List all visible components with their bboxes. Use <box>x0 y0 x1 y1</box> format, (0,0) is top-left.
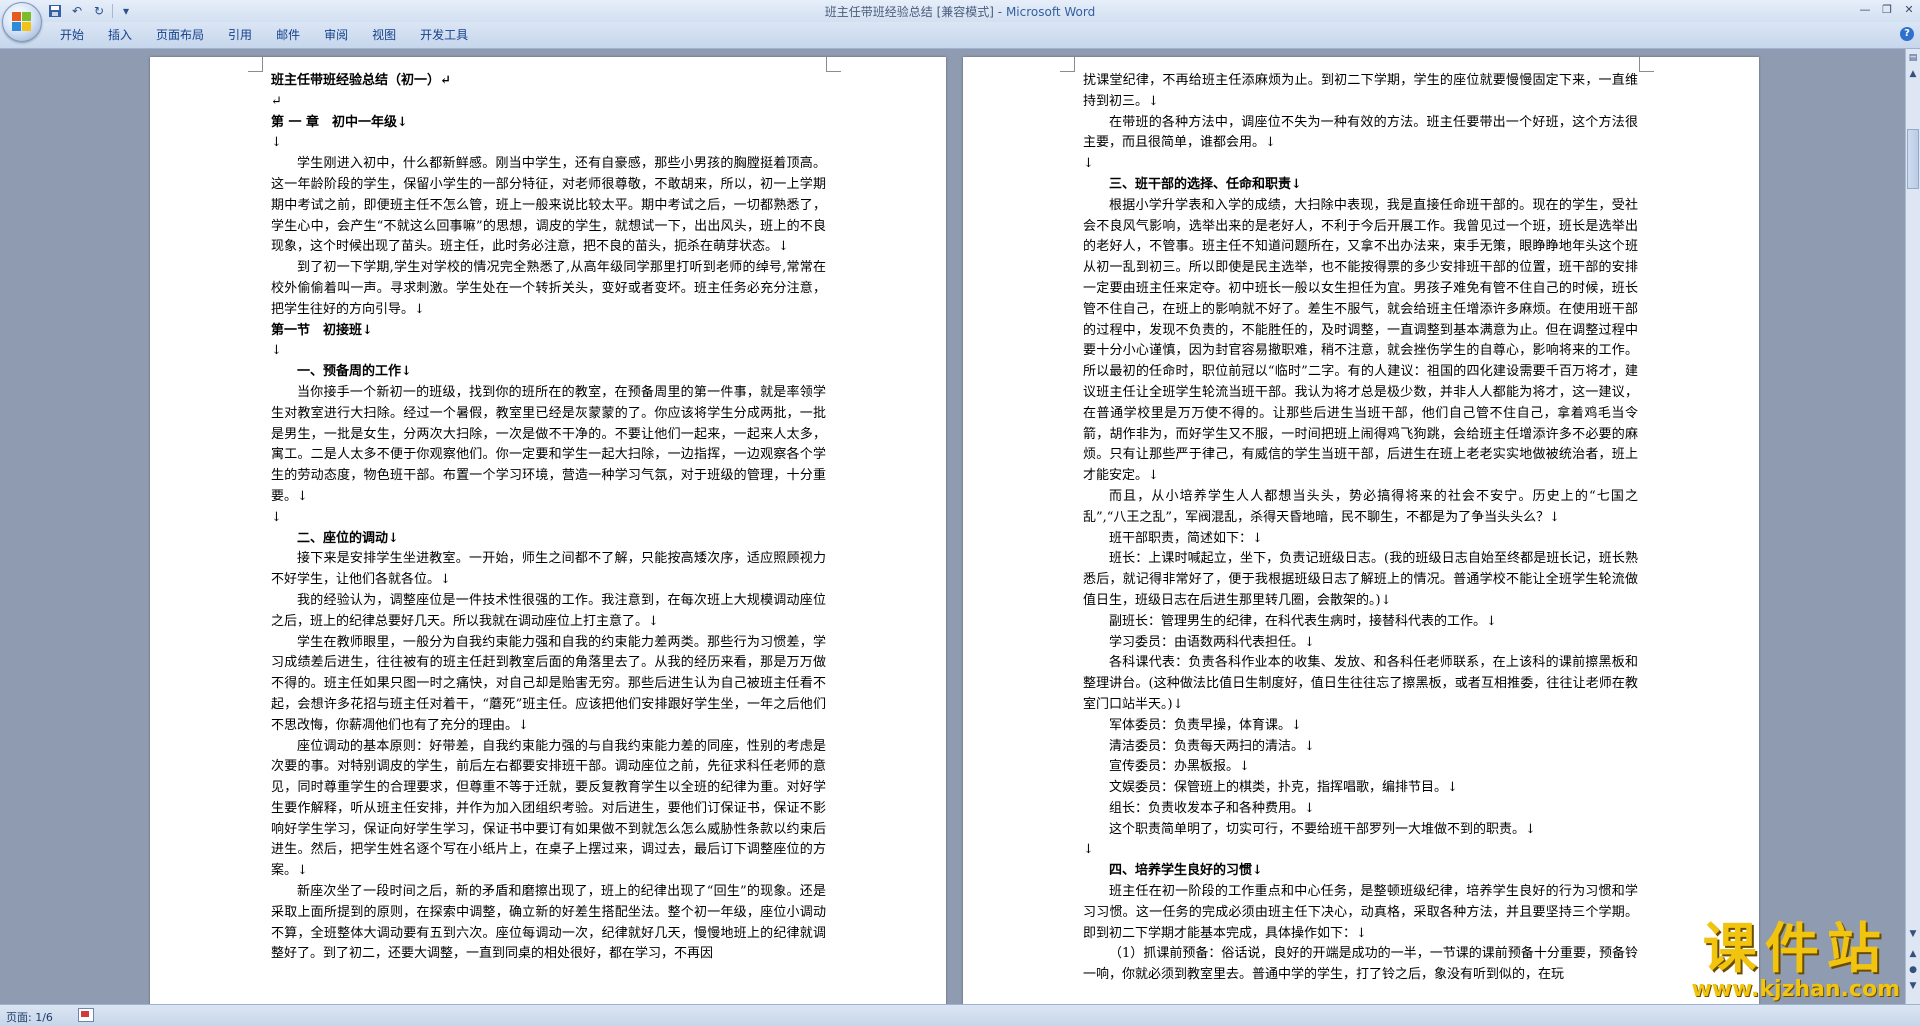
page-2-text[interactable]: 扰课堂纪律，不再给班主任添麻烦为止。到初二下学期，学生的座位就要慢慢固定下来，一… <box>1083 71 1638 986</box>
paragraph: 在带班的各种方法中，调座位不失为一种有效的方法。班主任要带出一个好班，这个方法很… <box>1083 114 1638 151</box>
tab-developer[interactable]: 开发工具 <box>408 22 480 48</box>
paragraph: 学习委员：由语数两科代表担任。↓ <box>1109 634 1315 650</box>
paragraph: 班干部职责，简述如下：↓ <box>1109 530 1263 546</box>
paragraph: 到了初一下学期,学生对学校的情况完全熟悉了,从高年级同学那里打听到老师的绰号,常… <box>271 260 826 317</box>
ruler-toggle-icon[interactable]: ▤ <box>1907 53 1919 65</box>
paragraph-mark: ↓ <box>1083 156 1094 172</box>
previous-page-icon[interactable]: ▲ <box>1907 949 1919 961</box>
tab-home[interactable]: 开始 <box>48 22 96 48</box>
paragraph: 学生刚进入初中，什么都新鲜感。刚当中学生，还有自豪感，那些小男孩的胸膛挺着顶高。… <box>271 156 826 255</box>
paragraph: 班主任在初一阶段的工作重点和中心任务，是整顿班级纪律，培养学生良好的行为习惯和学… <box>1083 884 1638 941</box>
paragraph-mark: ↓ <box>271 343 282 359</box>
paragraph-mark: ↵ <box>271 93 282 109</box>
paragraph: 座位调动的基本原则：好带差，自我约束能力强的与自我约束能力差的同座，性别的考虑是… <box>271 738 826 879</box>
status-bar: 页面: 1/6 <box>0 1004 1920 1026</box>
paragraph: 学生在教师眼里，一般分为自我约束能力强和自我的约束能力差两类。那些行为习惯差，学… <box>271 634 826 733</box>
paragraph: 新座次坐了一段时间之后，新的矛盾和磨擦出现了，班上的纪律出现了“回生”的现象。还… <box>271 884 826 962</box>
document-title: 班主任带班经验总结（初一）↵ <box>271 73 451 88</box>
tab-insert[interactable]: 插入 <box>96 22 144 48</box>
paragraph: 班长：上课时喊起立，坐下，负责记班级日志。(我的班级日志自始至终都是班长记，班长… <box>1083 551 1638 608</box>
paragraph: 军体委员：负责早操，体育课。↓ <box>1109 717 1302 733</box>
document-title: 班主任带班经验总结 [兼容模式] <box>824 5 994 19</box>
subsection-heading: 二、座位的调动↓ <box>297 530 399 546</box>
paragraph: 扰课堂纪律，不再给班主任添麻烦为止。到初二下学期，学生的座位就要慢慢固定下来，一… <box>1083 73 1638 109</box>
subsection-heading: 四、培养学生良好的习惯↓ <box>1109 863 1263 879</box>
window-title: 班主任带班经验总结 [兼容模式] - Microsoft Word <box>0 3 1920 20</box>
ribbon-tabs: 开始 插入 页面布局 引用 邮件 审阅 视图 开发工具 <box>48 22 480 48</box>
crop-mark <box>248 57 263 72</box>
paragraph-mark: ↓ <box>271 135 282 151</box>
paragraph: 文娱委员：保管班上的棋类，扑克，指挥唱歌，编排节目。↓ <box>1109 780 1458 796</box>
title-bar: ↶ ↻ ▾ 班主任带班经验总结 [兼容模式] - Microsoft Word … <box>0 0 1920 23</box>
window-controls: — ❐ ✕ <box>1854 0 1920 20</box>
paragraph: 而且，从小培养学生人人都想当头头，势必搞得将来的社会不安宁。历史上的“七国之乱”… <box>1083 488 1638 525</box>
paragraph: 根据小学升学表和入学的成绩，大扫除中表现，我是直接任命班干部的。现在的学生，受社… <box>1083 197 1638 484</box>
chapter-heading: 第 一 章 初中一年级↓ <box>271 114 408 130</box>
watermark-logo: 课件站 <box>1702 917 1889 980</box>
subsection-heading: 三、班干部的选择、任命和职责↓ <box>1109 176 1302 192</box>
document-page-2[interactable]: 扰课堂纪律，不再给班主任添麻烦为止。到初二下学期，学生的座位就要慢慢固定下来，一… <box>963 57 1759 1004</box>
paragraph: 当你接手一个新初一的班级，找到你的班所在的教室，在预备周里的第一件事，就是率领学… <box>271 384 826 504</box>
application-name: Microsoft Word <box>1005 5 1096 19</box>
paragraph: 副班长：管理男生的纪律，在科代表生病时，接替科代表的工作。↓ <box>1109 613 1497 629</box>
document-workspace: 班主任带班经验总结（初一）↵ ↵ 第 一 章 初中一年级↓ ↓ 学生刚进入初中，… <box>0 49 1906 1004</box>
ribbon-tab-bar: 开始 插入 页面布局 引用 邮件 审阅 视图 开发工具 ? <box>0 22 1920 49</box>
tab-review[interactable]: 审阅 <box>312 22 360 48</box>
document-page-1[interactable]: 班主任带班经验总结（初一）↵ ↵ 第 一 章 初中一年级↓ ↓ 学生刚进入初中，… <box>150 57 946 1004</box>
tab-mailings[interactable]: 邮件 <box>264 22 312 48</box>
scroll-down-icon[interactable]: ▼ <box>1907 929 1919 941</box>
scrollbar-thumb[interactable] <box>1907 129 1919 189</box>
help-icon[interactable]: ? <box>1900 27 1914 41</box>
scroll-up-icon[interactable]: ▲ <box>1907 69 1919 81</box>
page-count-status[interactable]: 页面: 1/6 <box>6 1009 53 1025</box>
paragraph-mark: ↓ <box>271 509 282 525</box>
paragraph: （1）抓课前预备：俗话说，良好的开端是成功的一半，一节课的课前预备十分重要，预备… <box>1083 946 1638 983</box>
watermark-url: www.kjzhan.com <box>1691 977 1900 1002</box>
subsection-heading: 一、预备周的工作↓ <box>297 364 412 380</box>
paragraph: 组长：负责收发本子和各种费用。↓ <box>1109 800 1315 816</box>
crop-mark <box>1060 57 1075 72</box>
paragraph-mark: ↓ <box>1083 842 1094 858</box>
close-button[interactable]: ✕ <box>1898 0 1920 18</box>
select-browse-object-icon[interactable]: ● <box>1907 965 1919 977</box>
site-watermark: 课件站 www.kjzhan.com <box>1691 920 1900 1002</box>
crop-mark <box>826 57 841 72</box>
page-1-text[interactable]: 班主任带班经验总结（初一）↵ ↵ 第 一 章 初中一年级↓ ↓ 学生刚进入初中，… <box>271 71 826 965</box>
paragraph: 这个职责简单明了，切实可行，不要给班干部罗列一大堆做不到的职责。↓ <box>1109 821 1536 837</box>
section-heading: 第一节 初接班↓ <box>271 322 373 338</box>
office-button[interactable] <box>2 2 42 42</box>
paragraph: 宣传委员：办黑板报。↓ <box>1109 759 1250 775</box>
title-separator: - <box>993 5 1006 19</box>
vertical-scrollbar[interactable]: ▤ ▲ ▼ ▲ ● ▼ <box>1905 49 1920 1004</box>
paragraph: 我的经验认为，调整座位是一件技术性很强的工作。我注意到，在每次班上大规模调动座位… <box>271 592 826 629</box>
paragraph: 清洁委员：负责每天两扫的清洁。↓ <box>1109 738 1315 754</box>
minimize-button[interactable]: — <box>1854 0 1876 18</box>
paragraph: 各科课代表：负责各科作业本的收集、发放、和各科任老师联系，在上该科的课前擦黑板和… <box>1083 655 1638 712</box>
tab-page-layout[interactable]: 页面布局 <box>144 22 216 48</box>
office-logo-icon <box>12 12 32 32</box>
crop-mark <box>1639 57 1654 72</box>
maximize-button[interactable]: ❐ <box>1876 0 1898 18</box>
next-page-icon[interactable]: ▼ <box>1907 981 1919 993</box>
paragraph: 接下来是安排学生坐进教室。一开始，师生之间都不了解，只能按高矮次序，适应照顾视力… <box>271 551 826 588</box>
proofing-icon[interactable] <box>78 1008 94 1022</box>
tab-view[interactable]: 视图 <box>360 22 408 48</box>
tab-references[interactable]: 引用 <box>216 22 264 48</box>
